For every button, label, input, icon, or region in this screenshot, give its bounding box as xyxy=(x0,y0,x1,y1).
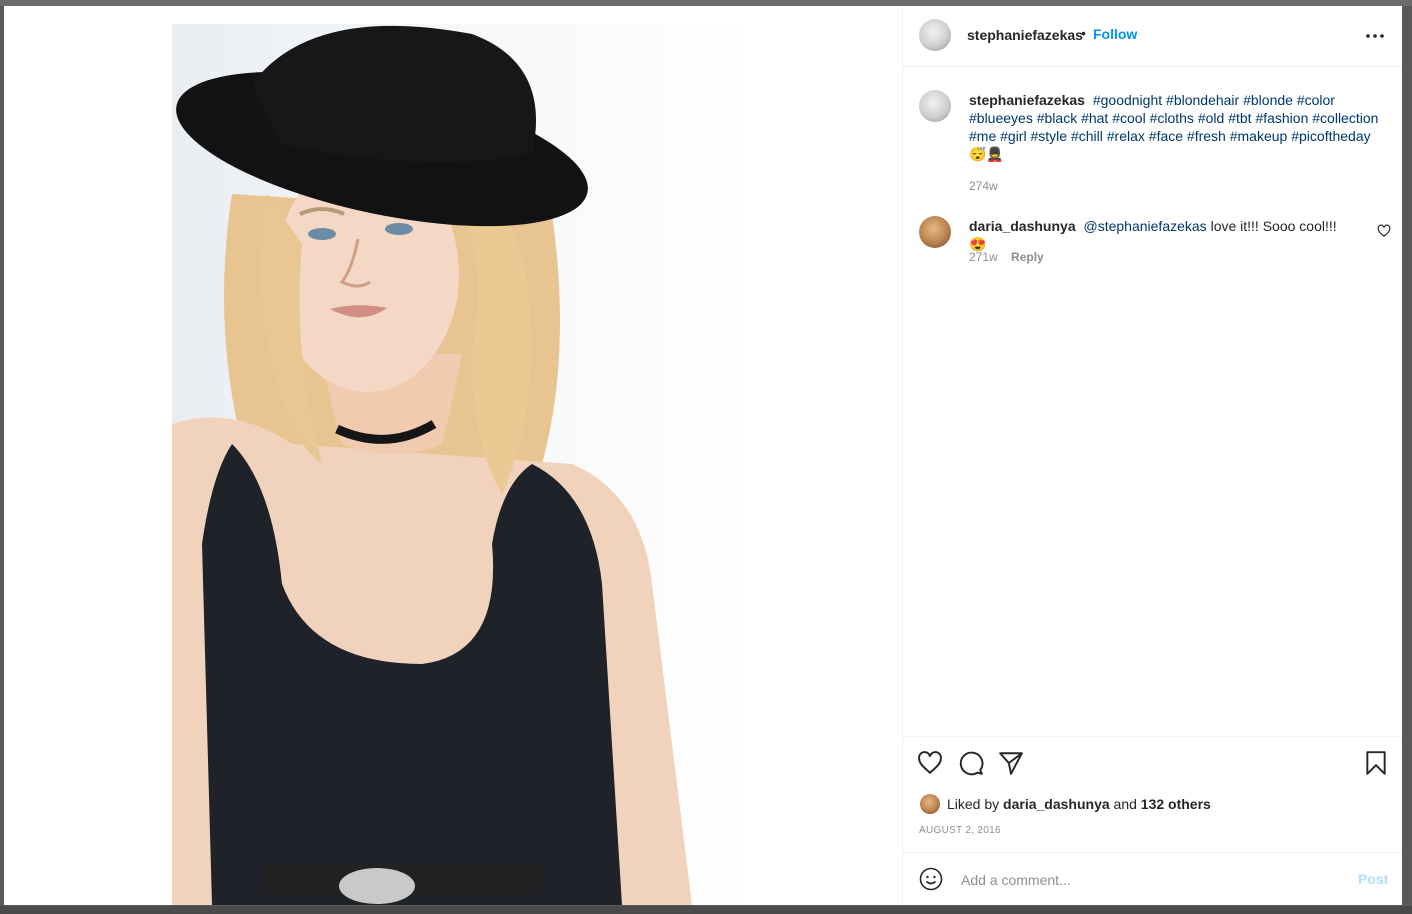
hashtag-link[interactable]: #collection xyxy=(1312,110,1378,126)
paper-plane-icon[interactable] xyxy=(998,750,1024,776)
comment-text: love it!!! Sooo cool!!! xyxy=(1210,218,1337,234)
post-button[interactable]: Post xyxy=(1358,871,1388,887)
background-page-bottom xyxy=(0,906,1412,914)
heart-icon[interactable] xyxy=(917,750,943,776)
hashtag-link[interactable]: #me xyxy=(969,128,996,144)
separator-dot: • xyxy=(1081,25,1086,41)
post-photo[interactable] xyxy=(172,24,754,905)
hashtag-link[interactable]: #face xyxy=(1149,128,1183,144)
caption-emojis: 😴💂 xyxy=(969,146,1004,162)
reply-button[interactable]: Reply xyxy=(1011,250,1044,264)
follow-button[interactable]: Follow xyxy=(1093,26,1137,42)
smiley-icon[interactable] xyxy=(919,867,943,891)
commenter-avatar[interactable] xyxy=(919,216,951,248)
hashtag-link[interactable]: #old xyxy=(1198,110,1224,126)
hashtag-link[interactable]: #cloths xyxy=(1150,110,1194,126)
speech-bubble-icon[interactable] xyxy=(958,750,984,776)
hashtag-link[interactable]: #hat xyxy=(1081,110,1108,126)
post-caption: stephaniefazekas #goodnight #blondehair … xyxy=(969,91,1389,163)
hashtag-link[interactable]: #makeup xyxy=(1230,128,1288,144)
post-modal: stephaniefazekas • Follow stephaniefazek… xyxy=(4,6,1402,905)
hashtag-link[interactable]: #blueeyes xyxy=(969,110,1033,126)
post-date[interactable]: AUGUST 2, 2016 xyxy=(919,825,1001,836)
add-comment-bar: Post xyxy=(903,852,1402,905)
photo-illustration xyxy=(172,25,692,905)
caption-timestamp[interactable]: 274w xyxy=(969,179,998,193)
comment-timestamp[interactable]: 271w xyxy=(969,250,998,264)
hashtag-link[interactable]: #chill xyxy=(1071,128,1103,144)
author-username[interactable]: stephaniefazekas xyxy=(967,27,1083,43)
caption-author-avatar[interactable] xyxy=(919,90,951,122)
comment-input[interactable] xyxy=(959,867,1333,893)
comment-meta: 271w Reply xyxy=(969,250,1044,264)
media-pane xyxy=(4,6,902,905)
commenter-username[interactable]: daria_dashunya xyxy=(969,218,1076,234)
hashtag-link[interactable]: #style xyxy=(1030,128,1067,144)
author-avatar[interactable] xyxy=(919,19,951,51)
hashtag-link[interactable]: #tbt xyxy=(1228,110,1251,126)
likes-summary: Liked by daria_dashunya and 132 others xyxy=(947,796,1211,812)
post-header: stephaniefazekas • Follow xyxy=(903,6,1402,67)
hashtag-link[interactable]: #picoftheday xyxy=(1291,128,1370,144)
hashtag-link[interactable]: #blondehair xyxy=(1166,92,1239,108)
hashtag-link[interactable]: #black xyxy=(1037,110,1077,126)
hashtag-link[interactable]: #color xyxy=(1297,92,1335,108)
likes-prefix: Liked by xyxy=(947,796,1000,812)
comment-mention[interactable]: @stephaniefazekas xyxy=(1084,218,1207,234)
hashtag-link[interactable]: #goodnight xyxy=(1093,92,1162,108)
likes-and: and xyxy=(1113,796,1137,812)
hashtag-link[interactable]: #cool xyxy=(1112,110,1145,126)
more-options-icon[interactable] xyxy=(1363,20,1387,50)
liker-avatar[interactable] xyxy=(920,794,940,814)
bookmark-icon[interactable] xyxy=(1363,750,1389,776)
hashtag-link[interactable]: #relax xyxy=(1107,128,1145,144)
hashtag-link[interactable]: #fashion xyxy=(1255,110,1308,126)
comment-heart-icon[interactable] xyxy=(1377,224,1391,238)
comments-section: stephaniefazekas #goodnight #blondehair … xyxy=(903,67,1402,735)
caption-username[interactable]: stephaniefazekas xyxy=(969,92,1085,108)
hashtag-link[interactable]: #fresh xyxy=(1187,128,1226,144)
comment-body: daria_dashunya @stephaniefazekas love it… xyxy=(969,217,1349,253)
liker-username[interactable]: daria_dashunya xyxy=(1003,796,1110,812)
post-actions: Liked by daria_dashunya and 132 others A… xyxy=(903,736,1402,852)
hashtag-link[interactable]: #girl xyxy=(1000,128,1026,144)
likes-others[interactable]: 132 others xyxy=(1141,796,1211,812)
hashtag-link[interactable]: #blonde xyxy=(1243,92,1293,108)
post-sidebar: stephaniefazekas • Follow stephaniefazek… xyxy=(902,6,1402,905)
